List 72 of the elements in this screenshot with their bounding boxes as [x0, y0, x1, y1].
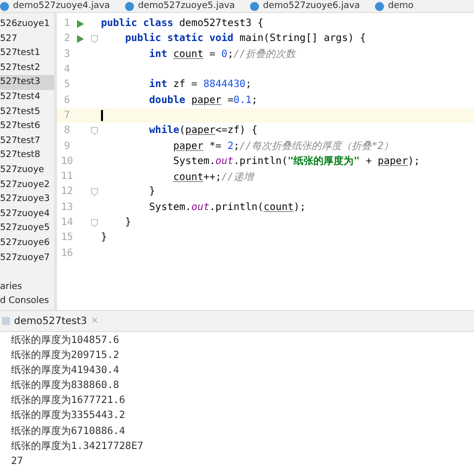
code-line: int zf = 8844430; — [149, 79, 252, 90]
code-line: System.out.println(count); — [149, 202, 306, 213]
project-tree-item[interactable]: 527zuoye — [0, 162, 54, 178]
code-line: count++;//递增 — [173, 170, 254, 184]
project-tree-item[interactable]: 527zuoye5 — [0, 221, 54, 236]
editor-tab[interactable]: demo527zuoye5.java — [125, 0, 250, 12]
code-line: while(paper<=zf) { — [149, 125, 258, 136]
code-line: } — [125, 217, 132, 228]
project-tree-item[interactable]: 526zuoye1 — [0, 17, 54, 32]
code-line: System.out.println("纸张的厚度为" + paper); — [173, 154, 420, 168]
output-line: 纸张的厚度为838860.8 — [11, 378, 120, 394]
project-tree-item[interactable]: 527 — [0, 32, 54, 46]
line-number: 16 — [60, 248, 74, 259]
project-tree-item[interactable]: 527zuoye4 — [0, 206, 54, 222]
class-icon — [375, 2, 384, 10]
code-line: paper *= 2;//每次折叠纸张的厚度（折叠*2） — [173, 140, 394, 154]
output-line: 纸张的厚度为104857.6 — [11, 334, 120, 348]
output-line: 纸张的厚度为1.34217728E7 — [11, 440, 144, 454]
output-line: 纸张的厚度为3355443.2 — [11, 408, 126, 424]
code-line: double paper =0.1; — [149, 94, 258, 106]
line-number: 3 — [62, 48, 72, 60]
line-number: 13 — [60, 202, 74, 213]
line-number: 4 — [62, 64, 72, 76]
code-line: public class demo527test3 { — [101, 18, 264, 30]
fold-icon[interactable] — [91, 126, 98, 135]
line-number: 1 — [62, 18, 72, 30]
line-number: 2 — [62, 33, 72, 44]
code-line: int count = 0;//折叠的次数 — [149, 48, 296, 62]
project-tree-item[interactable]: aries — [0, 280, 54, 294]
line-number: 6 — [62, 94, 72, 106]
line-number: 5 — [62, 79, 72, 90]
project-tree-item[interactable]: 527test4 — [0, 90, 54, 105]
output-line: 纸张的厚度为209715.2 — [11, 348, 120, 364]
output-line: 纸张的厚度为6710886.4 — [11, 424, 126, 439]
project-tree-item[interactable]: 527test1 — [0, 46, 54, 61]
fold-icon[interactable] — [91, 218, 98, 226]
project-tree-item[interactable]: 527test5 — [0, 104, 54, 120]
line-number: 10 — [60, 156, 74, 167]
class-icon — [125, 2, 134, 10]
line-number: 15 — [60, 232, 74, 244]
code-line: public static void main(String[] args) { — [125, 33, 366, 44]
editor-tab[interactable]: demo527zuoye4.java — [0, 0, 125, 12]
line-number: 8 — [62, 125, 72, 136]
editor-tab[interactable]: demo — [375, 0, 474, 12]
text-cursor — [101, 110, 102, 121]
line-number: 9 — [62, 140, 72, 152]
fold-icon[interactable] — [91, 34, 98, 43]
project-tree-item[interactable]: 527test7 — [0, 134, 54, 148]
line-number: 11 — [60, 171, 74, 182]
output-line: 纸张的厚度为1677721.6 — [11, 394, 126, 408]
project-tree-item[interactable]: 527test2 — [0, 60, 54, 76]
editor-tab[interactable]: demo527zuoye6.java — [250, 0, 375, 12]
project-tree-item[interactable]: 527test6 — [0, 119, 54, 134]
project-tree-item[interactable]: 527test8 — [0, 148, 54, 163]
line-number: 12 — [60, 186, 74, 198]
line-number: 14 — [60, 217, 74, 228]
run-tab[interactable]: demo527test3 — [14, 316, 88, 326]
project-tree-item[interactable]: 527zuoye7 — [0, 250, 54, 266]
class-icon — [0, 2, 9, 10]
class-icon — [250, 2, 259, 10]
code-line: } — [101, 232, 108, 244]
output-line: 纸张的厚度为419430.4 — [11, 364, 120, 378]
project-tree-item[interactable]: 527zuoye6 — [0, 236, 54, 250]
project-tree-item[interactable]: 527test3 — [0, 75, 54, 90]
fold-icon[interactable] — [91, 188, 98, 196]
output-line: 27 — [11, 454, 24, 467]
line-number: 7 — [62, 110, 72, 121]
project-tree-item[interactable]: d Consoles — [0, 294, 54, 309]
code-line: } — [149, 186, 156, 198]
project-tree-item[interactable]: 527zuoye2 — [0, 178, 54, 192]
project-tree-item[interactable]: 527zuoye3 — [0, 192, 54, 207]
console-icon — [2, 316, 10, 326]
